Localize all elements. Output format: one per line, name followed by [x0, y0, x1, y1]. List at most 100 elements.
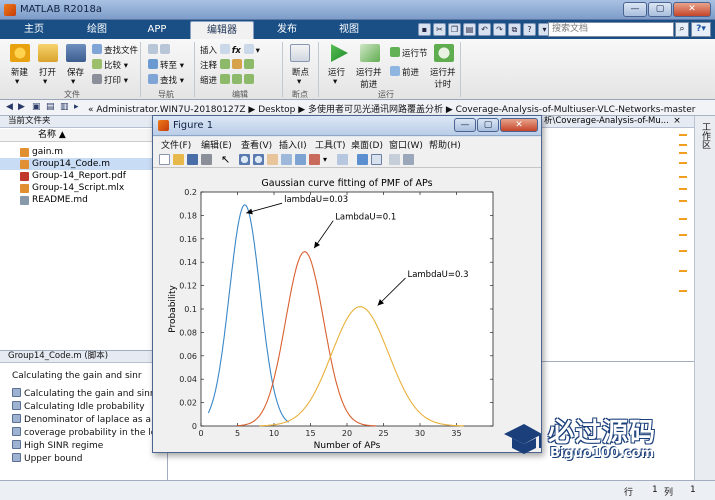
new-icon[interactable]: [10, 44, 30, 62]
tab-home[interactable]: 主页: [2, 21, 66, 39]
zoom-in-icon[interactable]: [239, 154, 250, 165]
list-item[interactable]: Calculating Idle probability: [12, 401, 145, 412]
minimize-button[interactable]: —: [623, 2, 647, 17]
menu-help[interactable]: 帮助(H): [429, 138, 461, 151]
copy-icon[interactable]: ❐: [448, 23, 461, 36]
list-item[interactable]: Calculating the gain and sinr: [12, 388, 154, 399]
root-folder-icon[interactable]: ▥: [60, 102, 69, 112]
list-item[interactable]: Upper bound: [12, 453, 82, 464]
run-section-button[interactable]: 运行节: [390, 47, 428, 59]
show-tools-icon[interactable]: [403, 154, 414, 165]
workspace-label[interactable]: 工作区: [699, 122, 712, 149]
new-figure-icon[interactable]: [159, 154, 170, 165]
name-column-header[interactable]: 名称 ▲: [0, 129, 168, 142]
run-and-time-button[interactable]: 运行并 计时: [430, 66, 456, 90]
minimize-button[interactable]: —: [454, 118, 476, 132]
indent-button[interactable]: 缩进: [200, 74, 256, 86]
comment-button[interactable]: 注释: [200, 59, 256, 71]
breakpoints-icon[interactable]: [290, 44, 310, 62]
list-item[interactable]: gain.m: [0, 146, 168, 158]
list-item[interactable]: Group14_Code.m: [0, 158, 168, 170]
browse-folder-icon[interactable]: ▤: [46, 102, 55, 112]
chevron-down-icon[interactable]: ▾: [323, 154, 334, 165]
open-button[interactable]: 打开: [39, 66, 56, 78]
hide-tools-icon[interactable]: [389, 154, 400, 165]
undo-icon[interactable]: ↶: [478, 23, 491, 36]
list-item[interactable]: Denominator of laplace as a f...: [12, 414, 165, 425]
find-button[interactable]: 查找 ▾: [148, 74, 184, 86]
save-icon[interactable]: ▪: [418, 23, 431, 36]
search-icon[interactable]: ⌕: [675, 22, 689, 37]
tab-apps[interactable]: APP: [128, 21, 186, 39]
list-item[interactable]: High SINR regime: [12, 440, 103, 451]
current-path[interactable]: « Administrator.WIN7U-20180127Z ▶ Deskto…: [88, 102, 695, 115]
run-advance-button[interactable]: 运行并 前进: [356, 66, 382, 90]
back-icon[interactable]: ◀: [6, 102, 13, 112]
list-item[interactable]: README.md: [0, 194, 168, 206]
run-time-icon[interactable]: [434, 44, 454, 62]
advance-button[interactable]: 前进: [390, 66, 419, 78]
goto-button[interactable]: 转至 ▾: [148, 59, 184, 71]
chevron-right-icon[interactable]: ▸: [74, 102, 79, 112]
tab-view[interactable]: 视图: [320, 21, 378, 39]
close-icon[interactable]: ×: [670, 116, 684, 128]
help-dropdown-button[interactable]: ?▾: [691, 22, 711, 37]
back-forward-icons[interactable]: [148, 44, 172, 56]
paste-icon[interactable]: ▤: [463, 23, 476, 36]
compare-button[interactable]: 比较 ▾: [92, 59, 128, 71]
tab-plots[interactable]: 绘图: [68, 21, 126, 39]
run-advance-icon[interactable]: [360, 44, 380, 62]
save-icon[interactable]: [66, 44, 86, 62]
colorbar-icon[interactable]: [357, 154, 368, 165]
menu-insert[interactable]: 插入(I): [279, 138, 307, 151]
chevron-down-icon[interactable]: ▾: [333, 77, 337, 87]
chevron-down-icon[interactable]: ▾: [71, 77, 75, 87]
redo-icon[interactable]: ↷: [493, 23, 506, 36]
brush-icon[interactable]: [309, 154, 320, 165]
save-button[interactable]: 保存: [67, 66, 84, 78]
switch-windows-icon[interactable]: ⧉: [508, 23, 521, 36]
data-cursor-icon[interactable]: [295, 154, 306, 165]
find-files-button[interactable]: 查找文件: [92, 44, 138, 56]
chevron-down-icon[interactable]: ▾: [43, 77, 47, 87]
folder-up-icon[interactable]: ▣: [32, 102, 41, 112]
open-icon[interactable]: [38, 44, 58, 62]
insert-button[interactable]: 插入 fx ▾: [200, 44, 260, 56]
forward-icon[interactable]: ▶: [18, 102, 25, 112]
list-item[interactable]: Group-14_Report.pdf: [0, 170, 168, 182]
quick-access-toolbar: ▪ ✂ ❐ ▤ ↶ ↷ ⧉ ? ▾: [418, 23, 551, 36]
tab-editor[interactable]: 编辑器: [190, 21, 254, 39]
chevron-down-icon[interactable]: ▾: [15, 77, 19, 87]
menu-view[interactable]: 查看(V): [241, 138, 272, 151]
close-button[interactable]: ✕: [673, 2, 711, 17]
tab-publish[interactable]: 发布: [258, 21, 316, 39]
print-icon[interactable]: [201, 154, 212, 165]
maximize-button[interactable]: ▢: [648, 2, 672, 17]
rotate-icon[interactable]: [281, 154, 292, 165]
help-icon[interactable]: ?: [523, 23, 536, 36]
menu-window[interactable]: 窗口(W): [389, 138, 423, 151]
run-icon[interactable]: [331, 44, 348, 62]
pointer-icon[interactable]: ↖: [221, 154, 232, 165]
menu-desktop[interactable]: 桌面(D): [351, 138, 383, 151]
workspace-strip[interactable]: [694, 116, 715, 361]
cut-icon[interactable]: ✂: [433, 23, 446, 36]
row-value: 1: [652, 485, 658, 495]
pan-icon[interactable]: [267, 154, 278, 165]
list-item[interactable]: coverage probability in the lo...: [12, 427, 165, 438]
zoom-out-icon[interactable]: [253, 154, 264, 165]
open-icon[interactable]: [173, 154, 184, 165]
search-input[interactable]: 搜索文档: [548, 22, 674, 37]
menu-tools[interactable]: 工具(T): [315, 138, 346, 151]
save-icon[interactable]: [187, 154, 198, 165]
close-button[interactable]: ✕: [500, 118, 538, 132]
maximize-button[interactable]: ▢: [477, 118, 499, 132]
legend-icon[interactable]: [371, 154, 382, 165]
new-button[interactable]: 新建: [11, 66, 28, 78]
chevron-down-icon[interactable]: ▾: [297, 77, 301, 87]
link-plot-icon[interactable]: [337, 154, 348, 165]
list-item[interactable]: Group-14_Script.mlx: [0, 182, 168, 194]
print-button[interactable]: 打印 ▾: [92, 74, 128, 86]
menu-edit[interactable]: 编辑(E): [201, 138, 232, 151]
menu-file[interactable]: 文件(F): [161, 138, 191, 151]
